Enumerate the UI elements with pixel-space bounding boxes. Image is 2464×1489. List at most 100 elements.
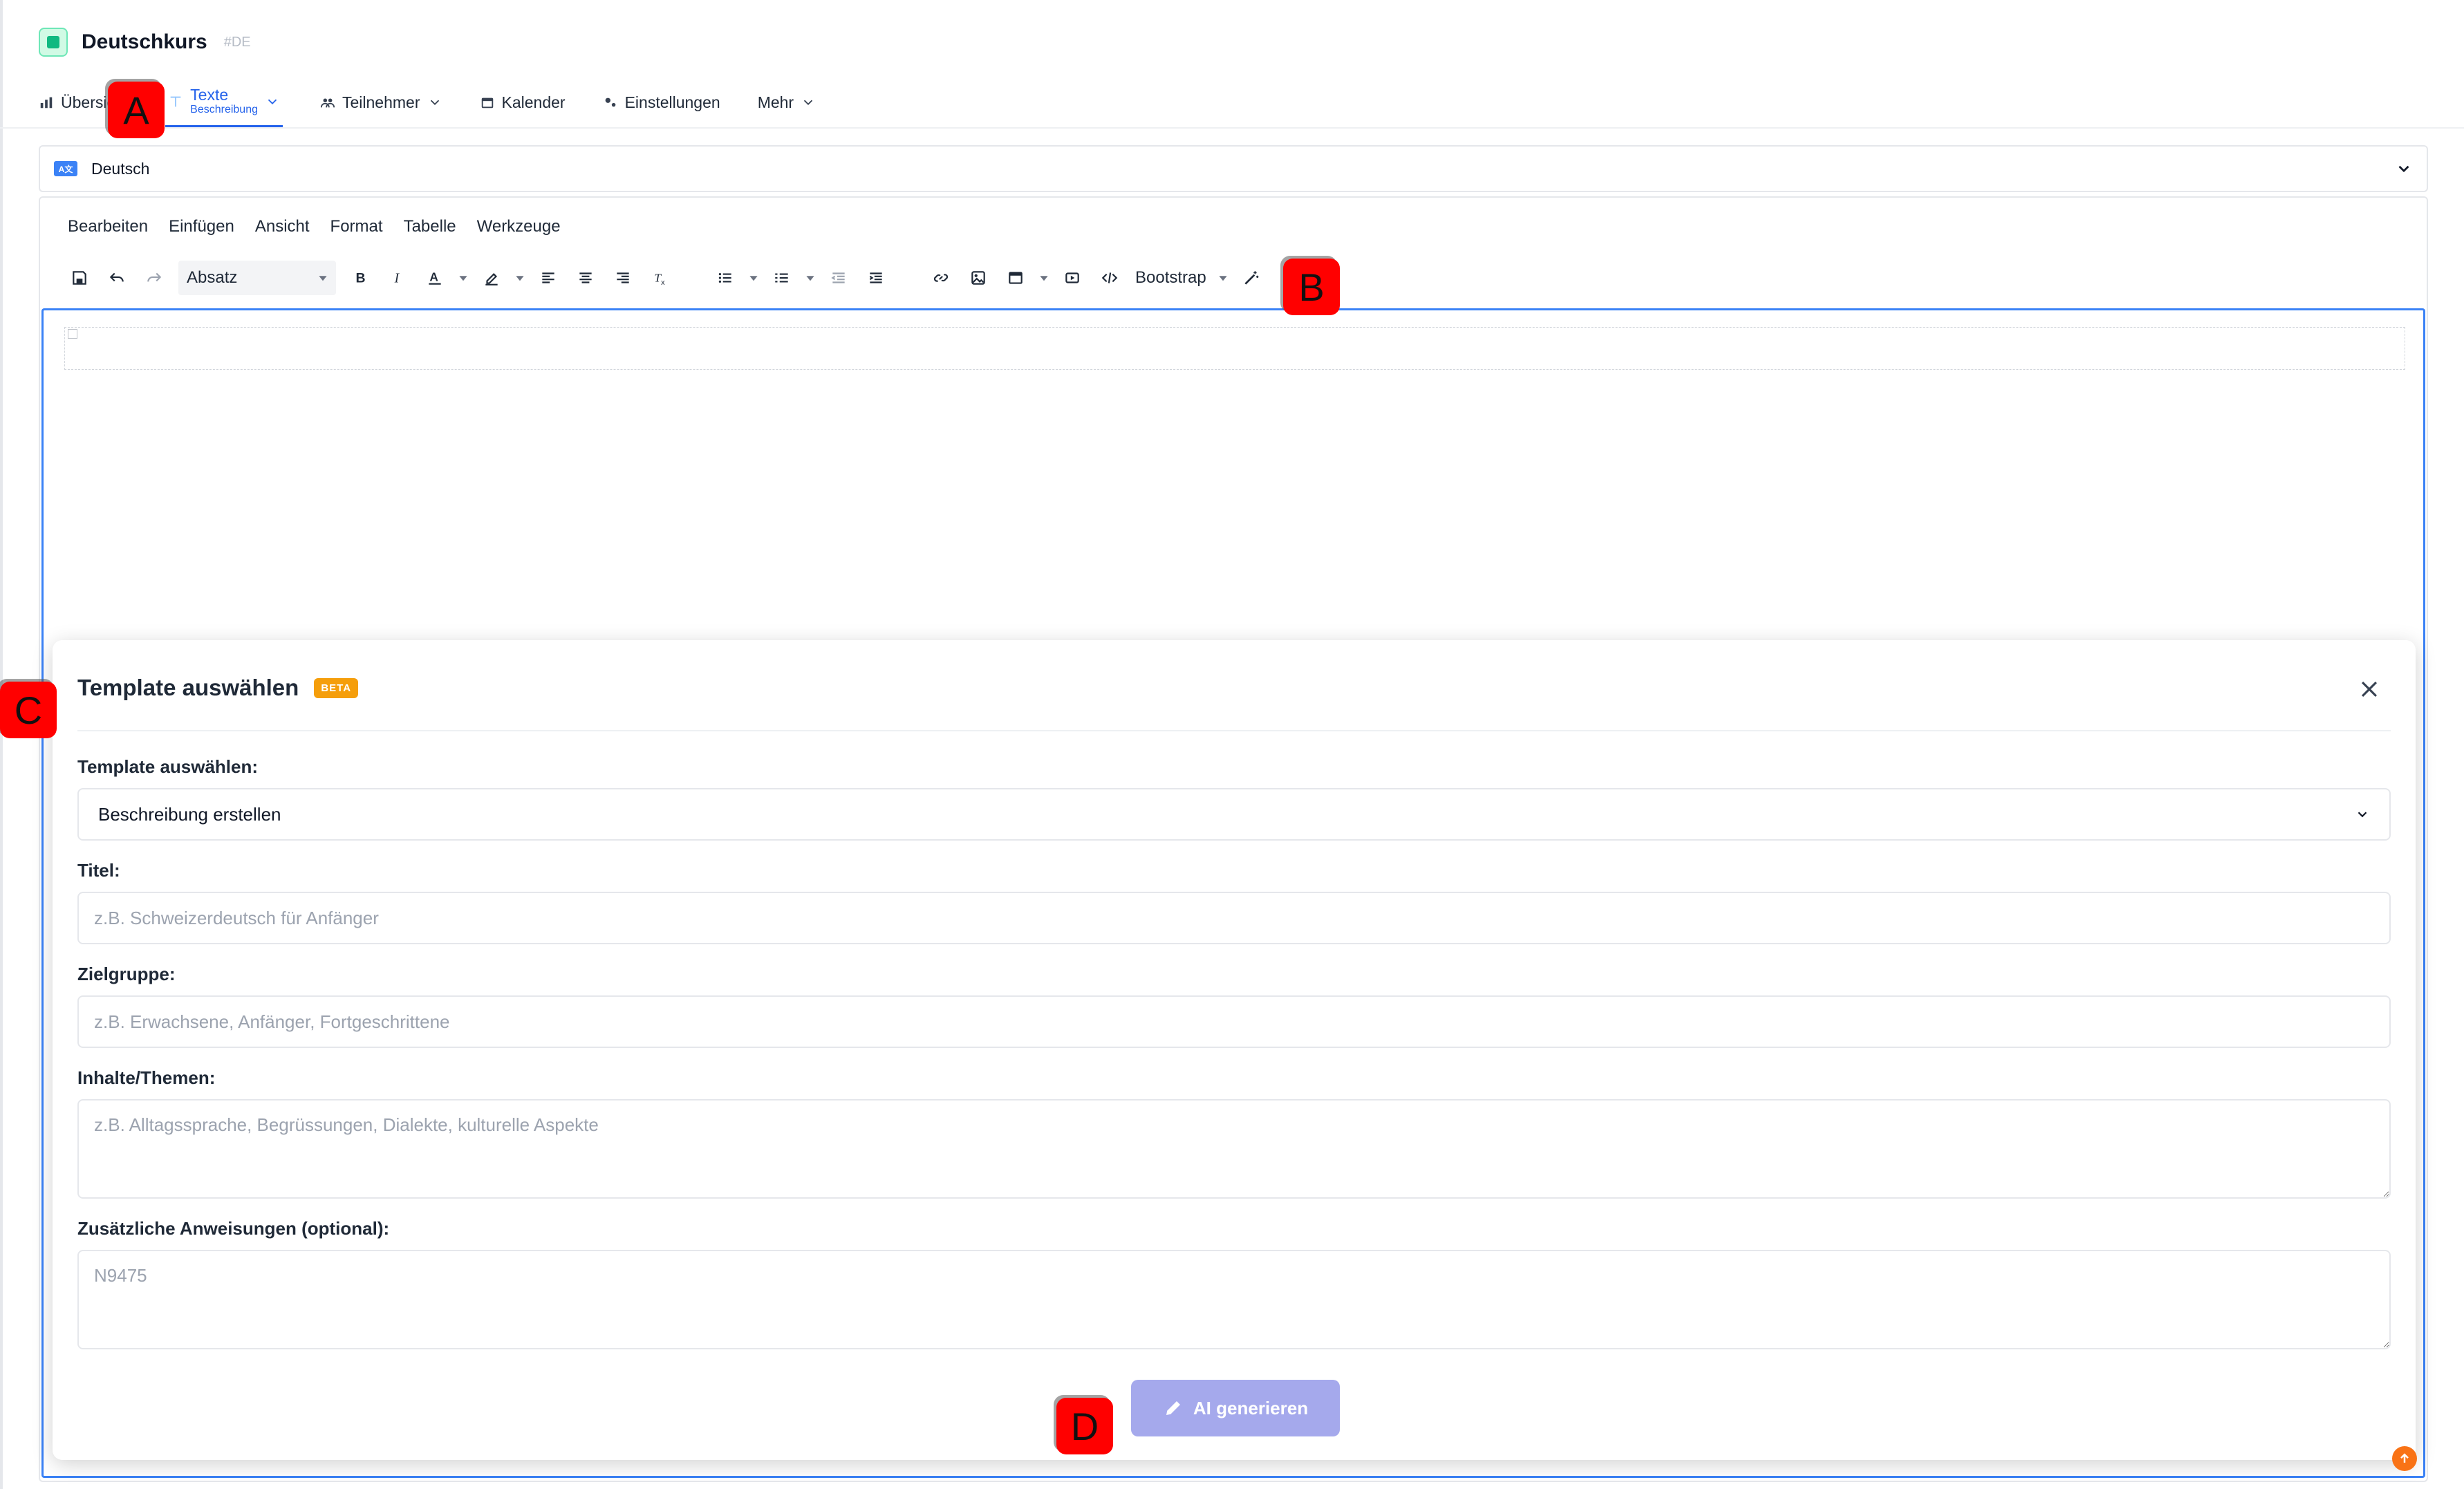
extra-instructions-textarea[interactable]: N9475 xyxy=(77,1250,2391,1349)
text-color-button[interactable]: A xyxy=(416,260,454,296)
dialog-header: Template auswählen BETA xyxy=(77,675,359,701)
text-color-dropdown[interactable] xyxy=(454,260,473,296)
template-select[interactable]: Beschreibung erstellen xyxy=(77,788,2391,841)
topics-textarea[interactable] xyxy=(77,1099,2391,1199)
calendar-icon xyxy=(481,97,493,109)
arrow-up-icon xyxy=(2400,1453,2409,1463)
save-button[interactable] xyxy=(61,260,98,296)
numbered-list-dropdown[interactable] xyxy=(801,260,820,296)
tab-einstellungen[interactable]: Einstellungen xyxy=(603,77,720,127)
clear-format-icon: Tx xyxy=(654,271,665,287)
indent-icon xyxy=(869,272,882,283)
block-format-select[interactable]: Absatz xyxy=(178,261,336,295)
chevron-down-icon xyxy=(430,100,439,106)
language-icon: A文 xyxy=(54,161,77,176)
bullet-list-icon xyxy=(718,272,731,283)
caret-down-icon xyxy=(516,276,524,281)
link-button[interactable] xyxy=(922,260,960,296)
tab-kalender[interactable]: Kalender xyxy=(480,77,566,127)
bullet-list-dropdown[interactable] xyxy=(744,260,763,296)
caret-down-icon xyxy=(749,276,758,281)
bootstrap-dropdown[interactable] xyxy=(1213,260,1233,296)
caret-down-icon xyxy=(319,276,327,281)
template-button[interactable] xyxy=(997,260,1034,296)
bold-button[interactable]: B xyxy=(342,260,379,296)
editor-menubar: Bearbeiten Einfügen Ansicht Format Tabel… xyxy=(68,217,561,236)
chevron-down-icon xyxy=(2358,812,2367,818)
numbered-list-button[interactable] xyxy=(763,260,801,296)
menu-einfuegen[interactable]: Einfügen xyxy=(169,217,234,236)
menu-tabelle[interactable]: Tabelle xyxy=(404,217,456,236)
image-button[interactable] xyxy=(960,260,997,296)
marker-b: B xyxy=(1283,259,1340,315)
text-color-icon: A xyxy=(429,270,441,285)
bootstrap-menu-button[interactable]: Bootstrap xyxy=(1128,268,1213,288)
tab-texte[interactable]: Texte Beschreibung xyxy=(165,77,283,127)
highlight-dropdown[interactable] xyxy=(510,260,530,296)
link-icon xyxy=(933,274,949,282)
save-icon xyxy=(73,271,86,285)
dialog-divider xyxy=(77,730,2391,731)
svg-text:B: B xyxy=(356,271,366,286)
italic-button[interactable]: I xyxy=(379,260,416,296)
dialog-title: Template auswählen xyxy=(77,675,299,700)
code-icon xyxy=(1101,272,1118,283)
scroll-to-top-button[interactable] xyxy=(2392,1446,2417,1471)
outdent-button[interactable] xyxy=(820,260,857,296)
template-dropdown[interactable] xyxy=(1034,260,1054,296)
chevron-down-icon xyxy=(2398,165,2409,173)
content-block[interactable] xyxy=(64,327,2405,370)
template-select-label: Template auswählen: xyxy=(77,756,259,777)
audience-label: Zielgruppe: xyxy=(77,964,176,984)
chevron-down-icon xyxy=(803,100,813,106)
align-center-icon xyxy=(579,272,592,283)
close-icon[interactable] xyxy=(2358,677,2381,701)
caret-down-icon xyxy=(1219,276,1227,281)
image-icon xyxy=(971,271,985,285)
left-border xyxy=(0,0,3,1489)
chart-icon xyxy=(40,97,53,109)
align-center-button[interactable] xyxy=(567,260,604,296)
clear-format-button[interactable]: Tx xyxy=(642,260,679,296)
marker-a: A xyxy=(108,82,165,138)
extra-instructions-label: Zusätzliche Anweisungen (optional): xyxy=(77,1218,390,1239)
svg-text:A: A xyxy=(429,270,438,283)
tab-teilnehmer[interactable]: Teilnehmer xyxy=(320,77,442,127)
menu-ansicht[interactable]: Ansicht xyxy=(255,217,310,236)
align-right-button[interactable] xyxy=(604,260,642,296)
ai-generate-button[interactable]: AI generieren xyxy=(1131,1380,1340,1436)
source-code-button[interactable] xyxy=(1091,260,1128,296)
gears-icon xyxy=(605,97,615,107)
bullet-list-button[interactable] xyxy=(707,260,744,296)
menu-format[interactable]: Format xyxy=(330,217,383,236)
beta-badge: BETA xyxy=(314,677,359,698)
align-right-icon xyxy=(617,272,629,283)
menu-werkzeuge[interactable]: Werkzeuge xyxy=(477,217,561,236)
indent-button[interactable] xyxy=(857,260,895,296)
page-title: Deutschkurs xyxy=(82,30,207,53)
undo-icon xyxy=(109,272,124,282)
audience-input[interactable] xyxy=(77,995,2391,1048)
pencil-icon xyxy=(1166,1401,1180,1415)
undo-button[interactable] xyxy=(98,260,136,296)
language-select[interactable]: A文 Deutsch xyxy=(39,145,2428,192)
marker-c: C xyxy=(0,682,57,738)
tab-mehr[interactable]: Mehr xyxy=(758,77,816,127)
topics-label: Inhalte/Themen: xyxy=(77,1067,216,1088)
svg-text:x: x xyxy=(661,279,665,287)
highlighter-icon xyxy=(485,273,498,285)
redo-icon xyxy=(147,272,162,282)
marker-d: D xyxy=(1056,1398,1113,1454)
template-icon xyxy=(1009,272,1023,284)
course-code: #DE xyxy=(223,34,251,50)
redo-button[interactable] xyxy=(136,260,173,296)
media-button[interactable] xyxy=(1054,260,1091,296)
caret-down-icon xyxy=(459,276,467,281)
editor-toolbar: Absatz B I A Tx Bootstrap xyxy=(61,260,1270,296)
text-icon xyxy=(170,96,181,106)
align-left-button[interactable] xyxy=(530,260,567,296)
title-input[interactable] xyxy=(77,892,2391,944)
ai-magic-button[interactable] xyxy=(1233,260,1270,296)
highlight-button[interactable] xyxy=(473,260,510,296)
menu-bearbeiten[interactable]: Bearbeiten xyxy=(68,217,148,236)
